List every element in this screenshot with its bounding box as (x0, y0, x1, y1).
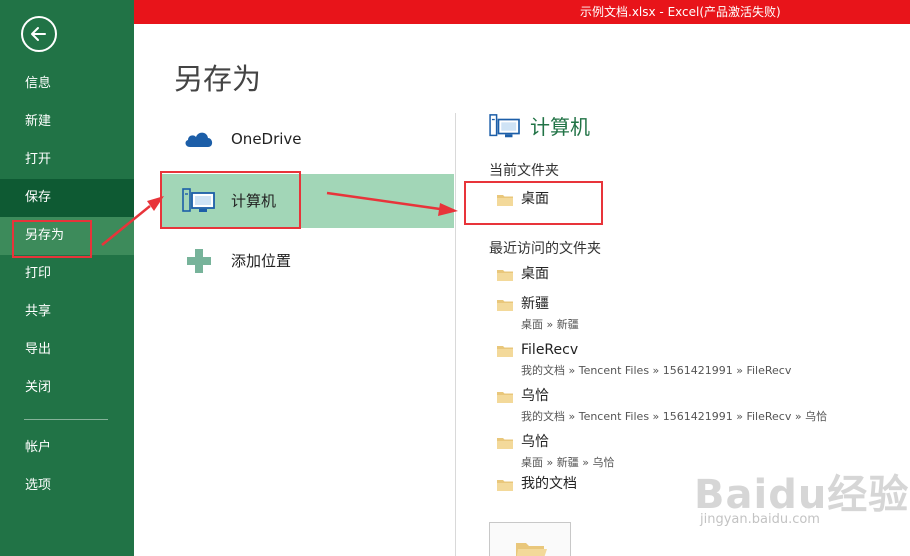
excel-backstage: 示例文档.xlsx - Excel(产品激活失败) 信息 新建 打开 保存 另存… (0, 0, 910, 556)
annotation-arrows (101, 191, 458, 246)
